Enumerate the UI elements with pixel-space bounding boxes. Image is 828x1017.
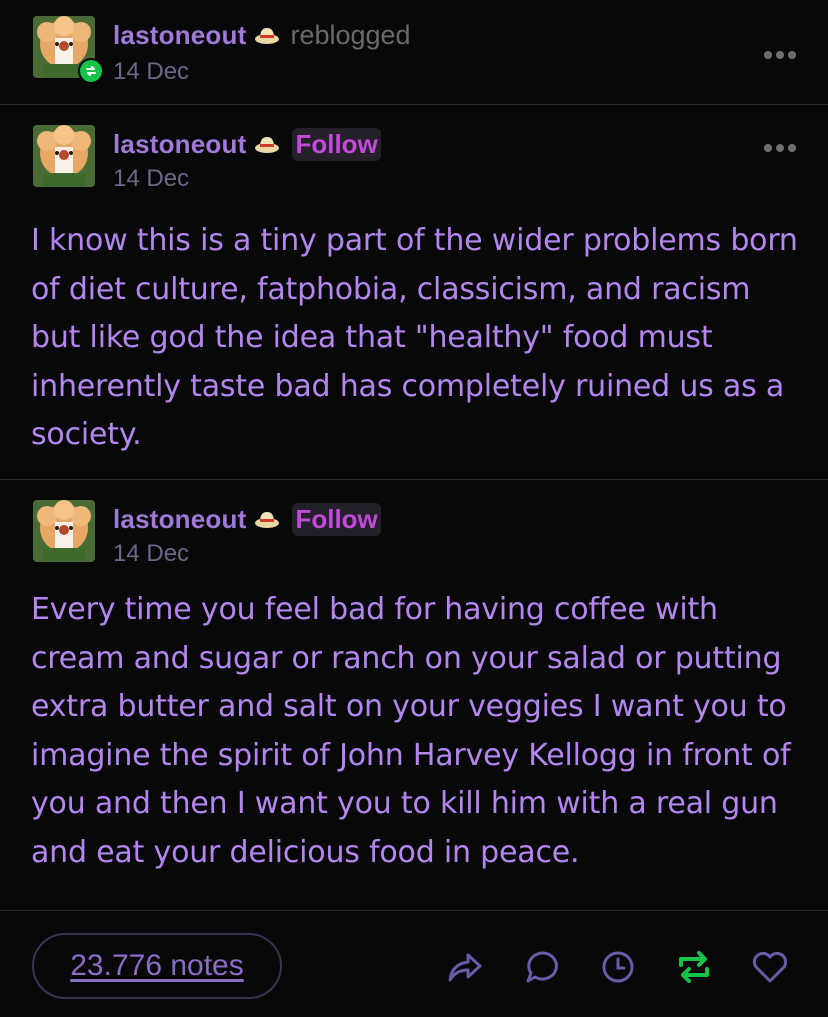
reblog-badge-icon [78,58,104,84]
reblog-icon[interactable] [674,947,714,987]
schedule-icon[interactable] [598,947,638,987]
header-date: 14 Dec [113,58,190,85]
reblog-header: lastoneout reblogged 14 Dec [0,0,828,105]
post-username[interactable]: lastoneout [113,504,246,535]
post-date: 14 Dec [113,540,190,567]
follow-button[interactable]: Follow [292,502,381,536]
tumblr-post-view: lastoneout reblogged 14 Dec lastoneout F… [0,0,828,1017]
post-body: I know this is a tiny part of the wider … [31,223,798,452]
straw-hat-icon [255,512,280,528]
header-name-row: lastoneout reblogged [113,18,411,52]
reblogged-label: reblogged [290,19,411,50]
post-section: lastoneout Follow 14 Dec I know this is … [0,105,828,480]
reply-icon[interactable] [522,947,562,987]
like-icon[interactable] [750,947,790,987]
avatar[interactable] [33,125,95,187]
post-username[interactable]: lastoneout [113,129,246,160]
notes-button[interactable]: 23.776 notes [32,933,282,999]
avatar[interactable] [33,500,95,562]
more-options-icon[interactable] [764,139,802,152]
straw-hat-icon [255,137,280,153]
share-icon[interactable] [445,947,485,987]
post-body: Every time you feel bad for having coffe… [31,592,791,870]
post-section: lastoneout Follow 14 Dec Every time you … [0,480,828,911]
straw-hat-icon [255,28,280,44]
header-username[interactable]: lastoneout [113,20,246,51]
post-name-row: lastoneout Follow [113,502,381,536]
avatar-image [33,500,95,562]
post-name-row: lastoneout Follow [113,127,381,161]
follow-button[interactable]: Follow [292,127,381,161]
avatar-image [33,125,95,187]
more-options-icon[interactable] [764,46,802,59]
post-footer: 23.776 notes [0,911,828,1017]
post-date: 14 Dec [113,165,190,192]
